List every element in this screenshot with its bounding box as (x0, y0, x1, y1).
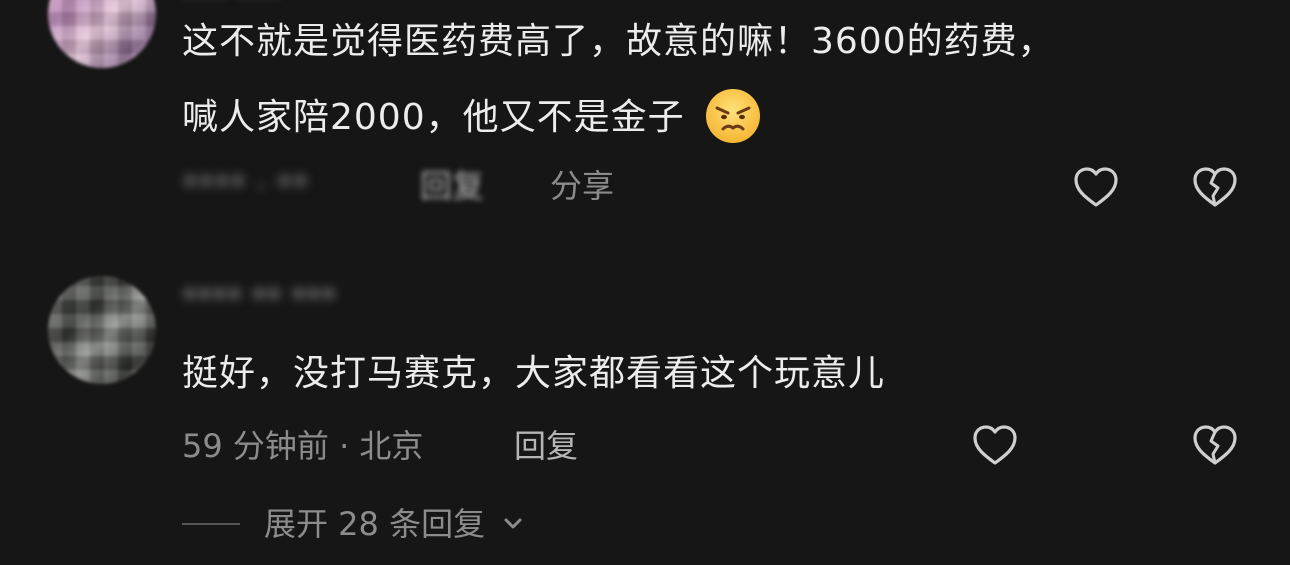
broken-heart-icon[interactable] (1190, 421, 1240, 469)
username[interactable]: *** *** (182, 0, 282, 13)
share-button[interactable]: 分享 (550, 166, 614, 206)
expand-replies-label: 展开 28 条回复 (264, 505, 486, 543)
heart-icon[interactable] (1071, 163, 1121, 211)
angry-face-emoji (706, 89, 761, 143)
divider (182, 523, 240, 525)
reply-button[interactable]: 回复 (420, 166, 484, 206)
reply-button[interactable]: 回复 (514, 426, 578, 466)
comment-text: 挺好，没打马赛克，大家都看看这个玩意儿 (182, 353, 886, 394)
comment-time-location: 59 分钟前 · 北京 (182, 427, 424, 465)
comment-time: **** · ** (182, 167, 309, 205)
expand-replies-button[interactable]: 展开 28 条回复 (264, 504, 525, 544)
avatar[interactable] (48, 276, 156, 384)
comment-text: 这不就是觉得医药费高了，故意的嘛！3600的药费， (182, 21, 1055, 62)
comment-section: *** *** 这不就是觉得医药费高了，故意的嘛！3600的药费， 喊人家陪20… (0, 0, 1290, 565)
chevron-down-icon (504, 518, 522, 529)
comment-text: 喊人家陪2000，他又不是金子 (182, 89, 761, 144)
broken-heart-icon[interactable] (1190, 163, 1240, 211)
heart-icon[interactable] (970, 421, 1020, 469)
username[interactable]: **** ** *** (182, 282, 336, 317)
avatar[interactable] (48, 0, 156, 68)
comment-text-line: 喊人家陪2000，他又不是金子 (182, 97, 685, 138)
